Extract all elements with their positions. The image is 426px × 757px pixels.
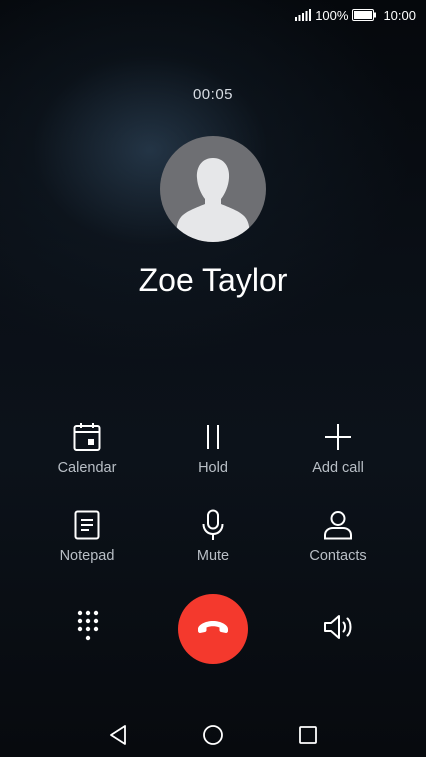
calendar-button[interactable]: Calendar (17, 420, 157, 476)
status-time: 10:00 (383, 7, 416, 23)
status-bar: 100% 10:00 (0, 0, 426, 30)
battery-percent: 100% (315, 7, 349, 23)
notepad-icon (17, 508, 157, 542)
mute-label: Mute (196, 548, 230, 564)
nav-back-button[interactable] (103, 722, 133, 752)
keypad-button[interactable] (73, 610, 103, 647)
avatar (160, 136, 266, 242)
add-call-button[interactable]: Add call (268, 420, 408, 476)
end-call-button[interactable] (178, 594, 248, 664)
call-duration: 00:05 (192, 86, 234, 103)
contacts-label: Contacts (309, 548, 367, 564)
hold-button[interactable]: Hold (143, 420, 283, 476)
calendar-icon (17, 420, 157, 454)
back-icon (108, 724, 128, 751)
add-call-label: Add call (312, 460, 364, 476)
keypad-icon (76, 610, 100, 647)
end-call-icon (196, 619, 230, 640)
plus-icon (268, 420, 408, 454)
battery-icon (352, 9, 377, 21)
microphone-icon (143, 508, 283, 542)
pause-icon (143, 420, 283, 454)
contacts-button[interactable]: Contacts (268, 508, 408, 564)
calendar-label: Calendar (57, 460, 117, 476)
home-icon (202, 724, 224, 751)
nav-home-button[interactable] (198, 722, 228, 752)
nav-recents-button[interactable] (293, 722, 323, 752)
notepad-button[interactable]: Notepad (17, 508, 157, 564)
speaker-button[interactable] (322, 614, 356, 644)
signal-icon (295, 9, 312, 21)
hold-label: Hold (198, 460, 228, 476)
mute-button[interactable]: Mute (143, 508, 283, 564)
person-icon (268, 508, 408, 542)
recents-icon (298, 725, 318, 750)
person-silhouette-icon (176, 158, 250, 242)
speaker-icon (323, 614, 355, 645)
notepad-label: Notepad (59, 548, 115, 564)
contact-name: Zoe Taylor (138, 262, 288, 298)
